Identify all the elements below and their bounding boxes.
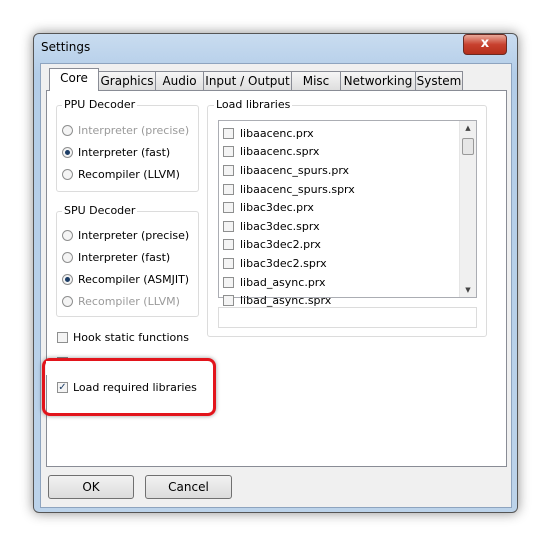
spu-decoder-label: SPU Decoder: [62, 204, 138, 217]
scroll-down-icon[interactable]: ▼: [460, 286, 476, 294]
window-title: Settings: [41, 40, 91, 54]
radio-icon: [62, 252, 73, 263]
library-name: libac3dec2.prx: [240, 238, 321, 252]
tab-audio[interactable]: Audio: [155, 71, 204, 90]
checkmark-icon: ✓: [57, 382, 68, 393]
hook-static-functions-checkbox[interactable]: Hook static functions: [57, 331, 189, 344]
library-item[interactable]: libad_async.prx: [219, 273, 476, 292]
library-name: libad_async.sprx: [240, 294, 332, 308]
radio-icon: [62, 274, 73, 285]
scroll-thumb[interactable]: [462, 138, 474, 155]
radio-label: Interpreter (fast): [78, 146, 171, 159]
checkbox-icon: [223, 146, 234, 158]
ok-button[interactable]: OK: [48, 475, 134, 499]
checkbox-icon: [223, 220, 234, 232]
checkbox-icon: [223, 127, 234, 139]
library-item[interactable]: libac3dec.prx: [219, 198, 476, 217]
checkbox-icon: [223, 257, 234, 269]
spu-recompiler-llvm-radio[interactable]: Recompiler (LLVM): [62, 295, 180, 308]
library-item[interactable]: libac3dec.sprx: [219, 217, 476, 236]
library-item[interactable]: libaacenc.sprx: [219, 143, 476, 162]
ppu-recompiler-llvm-radio[interactable]: Recompiler (LLVM): [62, 168, 180, 181]
list-scrollbar[interactable]: ▲ ▼: [459, 121, 476, 297]
radio-label: Interpreter (fast): [78, 251, 171, 264]
ppu-interpreter-precise-radio[interactable]: Interpreter (precise): [62, 124, 189, 137]
checkbox-icon: [57, 332, 68, 343]
library-name: libac3dec.prx: [240, 201, 314, 215]
libraries-list[interactable]: libaacenc.prx libaacenc.sprx libaacenc_spu…: [218, 120, 477, 307]
library-name: libaacenc_spurs.prx: [240, 163, 350, 177]
close-button[interactable]: x: [463, 34, 507, 55]
radio-icon: [62, 169, 73, 180]
spu-interpreter-fast-radio[interactable]: Interpreter (fast): [62, 251, 170, 264]
checkbox-icon: [223, 183, 234, 195]
library-name: libaacenc.sprx: [240, 145, 320, 159]
library-item[interactable]: libac3dec2.sprx: [219, 254, 476, 273]
library-item[interactable]: libaacenc_spurs.prx: [219, 161, 476, 180]
cancel-button[interactable]: Cancel: [145, 475, 232, 499]
radio-label: Recompiler (ASMJIT): [78, 273, 190, 286]
scroll-up-icon[interactable]: ▲: [460, 124, 476, 132]
library-item[interactable]: libac3dec2.prx: [219, 236, 476, 255]
library-name: libaacenc.prx: [240, 126, 314, 140]
library-item[interactable]: libaacenc.prx: [219, 124, 476, 143]
spu-interpreter-precise-radio[interactable]: Interpreter (precise): [62, 229, 189, 242]
ppu-decoder-label: PPU Decoder: [62, 98, 138, 111]
library-name: libac3dec2.sprx: [240, 256, 327, 270]
tab-system[interactable]: System: [415, 71, 463, 90]
checkbox-icon: [223, 164, 234, 176]
checkbox-icon: [223, 276, 234, 288]
radio-icon: [62, 125, 73, 136]
library-item[interactable]: libaacenc_spurs.sprx: [219, 180, 476, 199]
library-name: libaacenc_spurs.sprx: [240, 182, 355, 196]
load-libraries-label: Load libraries: [214, 98, 293, 111]
radio-label: Interpreter (precise): [78, 229, 190, 242]
library-name: libac3dec.sprx: [240, 219, 320, 233]
checkbox-icon: [223, 202, 234, 214]
tab-input-output[interactable]: Input / Output: [203, 71, 292, 90]
tab-core[interactable]: Core: [49, 68, 99, 91]
radio-label: Recompiler (LLVM): [78, 295, 180, 308]
checkbox-label: Hook static functions: [73, 331, 189, 344]
library-name: libad_async.prx: [240, 275, 326, 289]
radio-label: Interpreter (precise): [78, 124, 190, 137]
tab-networking[interactable]: Networking: [340, 71, 416, 90]
checkbox-icon: [223, 295, 234, 307]
radio-label: Recompiler (LLVM): [78, 168, 180, 181]
checkbox-label: Load required libraries: [73, 381, 197, 394]
tab-graphics[interactable]: Graphics: [98, 71, 156, 90]
load-required-libraries-checkbox[interactable]: ✓ Load required libraries: [57, 381, 197, 394]
checkbox-icon: [223, 239, 234, 251]
radio-icon: [62, 230, 73, 241]
tab-misc[interactable]: Misc: [291, 71, 341, 90]
radio-icon: [62, 296, 73, 307]
ppu-interpreter-fast-radio[interactable]: Interpreter (fast): [62, 146, 170, 159]
spu-recompiler-asmjit-radio[interactable]: Recompiler (ASMJIT): [62, 273, 189, 286]
highlight-mask: [46, 361, 208, 375]
radio-icon: [62, 147, 73, 158]
library-filter-input[interactable]: [218, 307, 477, 328]
